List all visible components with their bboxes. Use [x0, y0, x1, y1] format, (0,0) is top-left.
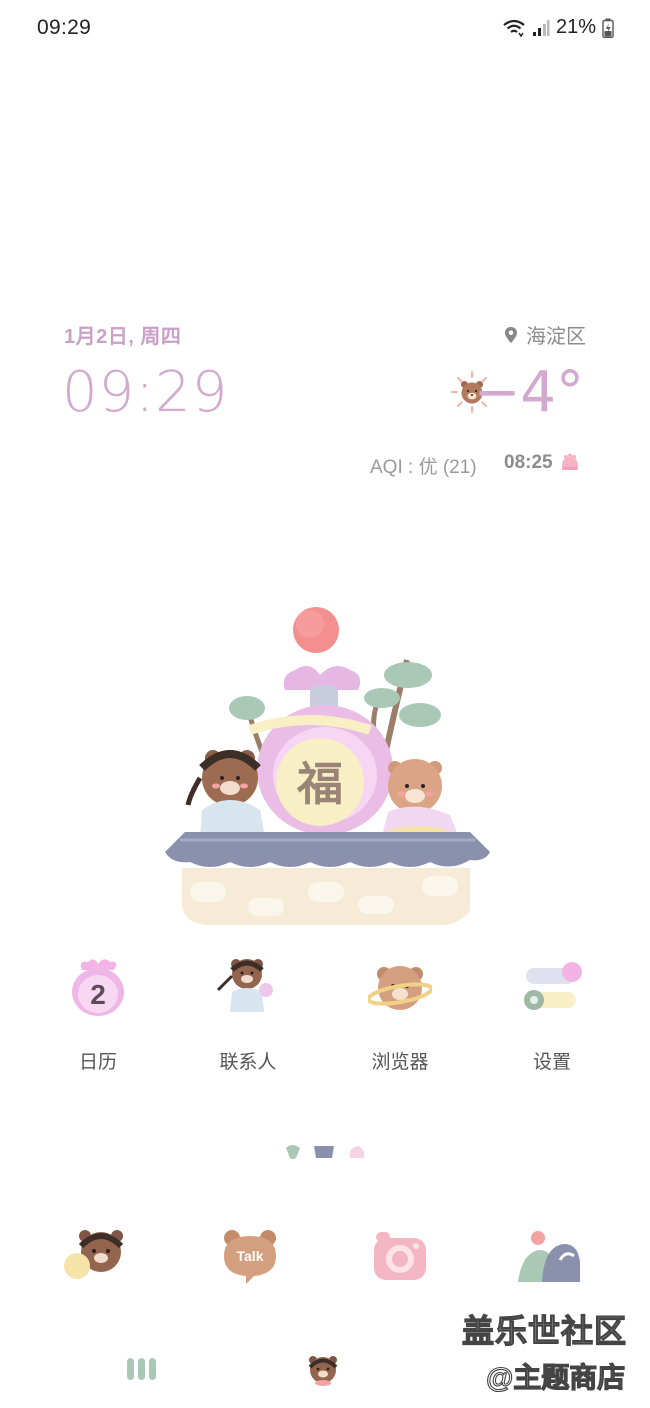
browser-icon [366, 966, 434, 1010]
calendar-day: 2 [90, 979, 106, 1010]
home-bear-icon[interactable] [305, 1354, 341, 1386]
watermark-community: 盖乐世社区 [461, 1312, 628, 1349]
wallpaper-illustration: 福 [165, 607, 490, 925]
signal-icon [532, 19, 550, 36]
page-indicator[interactable] [282, 1140, 372, 1164]
widget-aqi: AQI : 优 (21) [370, 457, 477, 478]
page-dot-3 [349, 1146, 365, 1158]
app-browser[interactable]: 浏览器 [335, 956, 465, 1074]
app-calendar[interactable]: 2 日历 [33, 956, 163, 1074]
watermark-theme-store: @主题商店 [485, 1361, 626, 1393]
page-dot-1 [286, 1145, 300, 1159]
app-label-contacts: 联系人 [219, 1052, 277, 1073]
svg-text:Talk: Talk [237, 1248, 264, 1264]
bear-app-icon[interactable] [63, 1226, 127, 1290]
app-label-calendar: 日历 [78, 1052, 117, 1073]
sunrise-icon [561, 453, 578, 470]
widget-date[interactable]: 1月2日, 周四 [64, 320, 181, 349]
app-contacts[interactable]: 联系人 [183, 956, 313, 1074]
widget-clock[interactable]: 09:29 [62, 360, 228, 425]
app-label-browser: 浏览器 [371, 1052, 429, 1073]
status-icons: 21% [502, 16, 614, 39]
battery-percent: 21% [555, 16, 596, 38]
settings-icon [524, 962, 582, 1010]
fortune-character: 福 [296, 757, 343, 811]
camera-icon[interactable] [368, 1226, 432, 1290]
gallery-icon[interactable] [516, 1226, 580, 1290]
contacts-icon [216, 959, 273, 1012]
calendar-icon: 2 [72, 959, 124, 1016]
battery-charging-icon [602, 18, 614, 38]
recent-apps-icon[interactable] [125, 1356, 159, 1382]
widget-sunrise: 08:25 [504, 452, 581, 474]
app-label-settings: 设置 [532, 1052, 571, 1073]
page-dot-2 [314, 1146, 334, 1158]
location-label: 海淀区 [526, 326, 586, 348]
app-settings[interactable]: 设置 [487, 956, 617, 1074]
widget-temperature[interactable]: −4° [473, 360, 584, 425]
sunrise-time: 08:25 [504, 452, 553, 473]
location-pin-icon [505, 326, 517, 343]
widget-location[interactable]: 海淀区 [504, 320, 586, 349]
wifi-icon [503, 19, 525, 37]
talk-icon[interactable]: Talk [218, 1226, 282, 1290]
status-time: 09:29 [37, 16, 92, 39]
